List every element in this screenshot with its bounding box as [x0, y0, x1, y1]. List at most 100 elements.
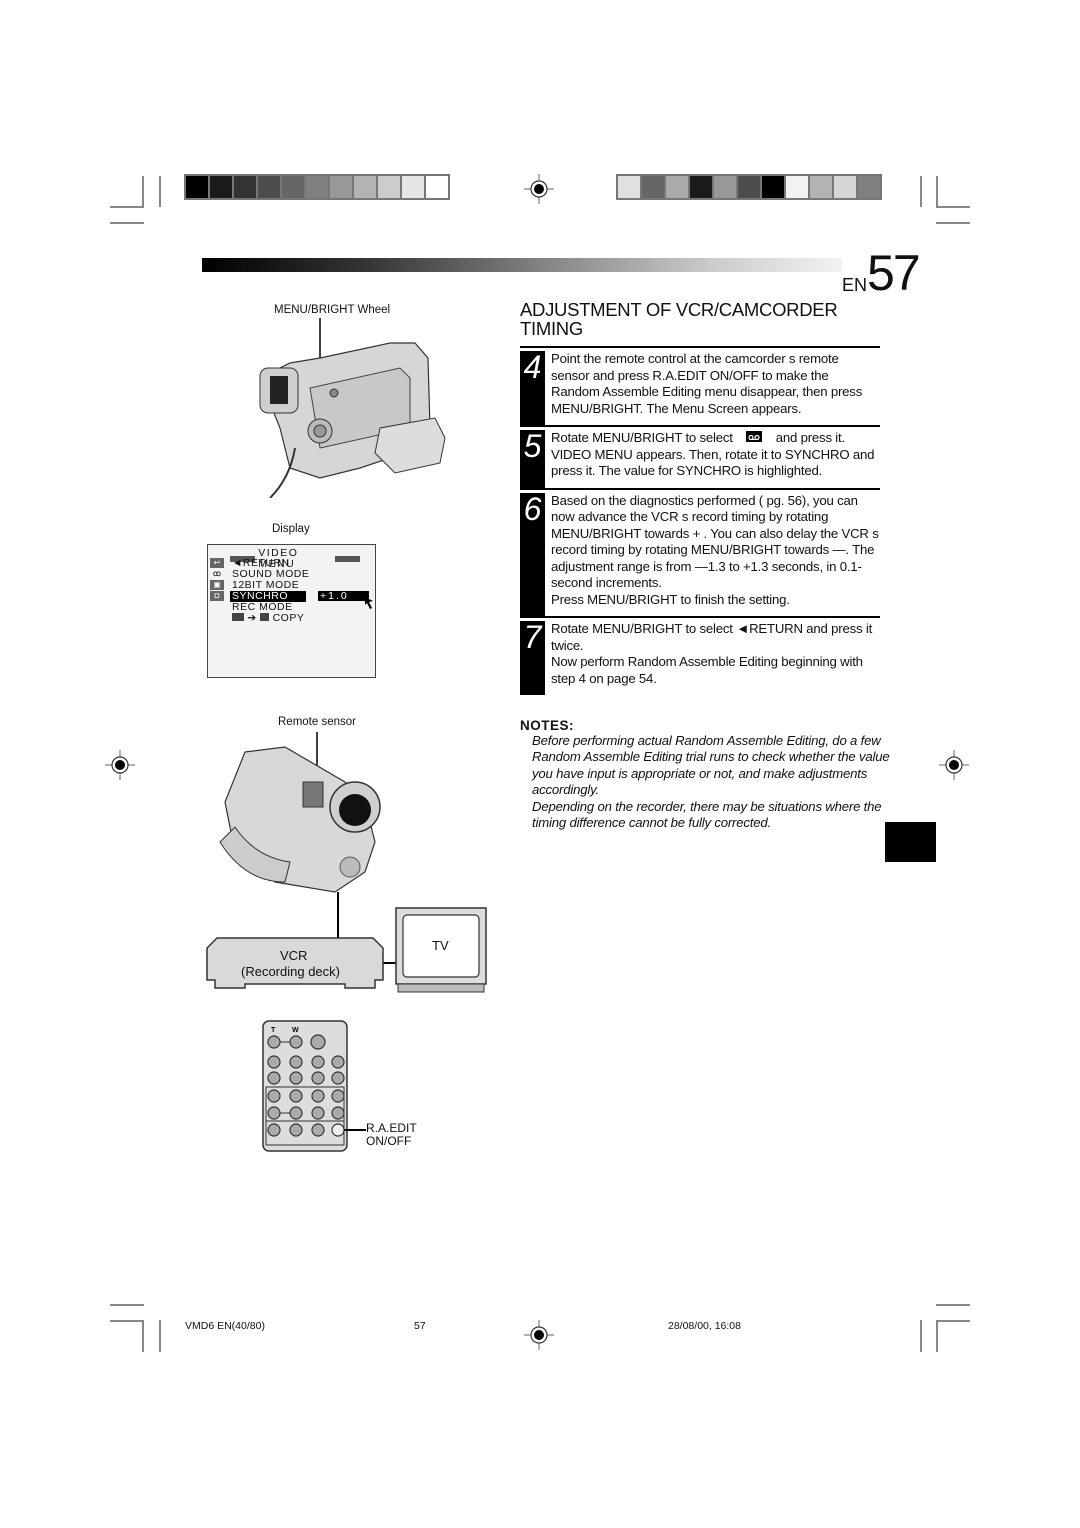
step-7: 7 Rotate MENU/BRIGHT to select ◄RETURN a…	[520, 616, 880, 695]
ra-edit-pointer-line	[344, 1129, 366, 1131]
color-swatch	[714, 176, 736, 198]
color-swatch	[762, 176, 784, 198]
color-calibration-bar-left	[184, 174, 450, 200]
camcorder-front-illustration-icon	[219, 732, 381, 893]
tv-label: TV	[432, 938, 449, 953]
step-6: 6 Based on the diagnostics performed ( p…	[520, 487, 880, 617]
step-text: Rotate MENU/BRIGHT to select and press i…	[545, 430, 880, 488]
notes-heading: NOTES:	[520, 718, 575, 733]
crop-mark	[142, 1320, 144, 1352]
color-swatch	[402, 176, 424, 198]
footer-page: 57	[414, 1320, 426, 1332]
crop-mark	[936, 1304, 970, 1306]
color-swatch	[858, 176, 880, 198]
page-number: EN 57	[842, 245, 921, 301]
color-swatch	[210, 176, 232, 198]
crop-mark	[936, 176, 938, 207]
section-title: ADJUSTMENT OF VCR/CAMCORDER TIMING	[520, 299, 838, 339]
step-text-part: Rotate MENU/BRIGHT to select	[551, 430, 733, 445]
remote-control-illustration-icon: T W	[262, 1020, 348, 1152]
svg-text:W: W	[292, 1027, 299, 1034]
step-5: 5 Rotate MENU/BRIGHT to select and press…	[520, 425, 880, 488]
camera-icon: ◘	[210, 591, 224, 601]
video-tape-icon	[746, 431, 763, 442]
crop-mark	[936, 1320, 938, 1352]
color-swatch	[282, 176, 304, 198]
video-tape-icon: ꝏ	[212, 569, 222, 578]
vcr-label: VCR	[280, 948, 308, 963]
color-swatch	[306, 176, 328, 198]
color-swatch	[666, 176, 688, 198]
remote-sensor-label: Remote sensor	[278, 716, 356, 728]
menu-item-label: COPY	[272, 612, 305, 624]
svg-text:T: T	[271, 1027, 276, 1034]
step-text-part: Press MENU/BRIGHT to finish the setting.	[551, 591, 790, 607]
color-swatch	[810, 176, 832, 198]
crop-mark	[936, 1320, 970, 1322]
step-number: 6	[520, 492, 545, 616]
cursor-arrow-icon	[365, 597, 373, 609]
color-swatch	[258, 176, 280, 198]
color-swatch	[378, 176, 400, 198]
registration-mark-icon	[524, 1320, 554, 1350]
arrow-right-icon: ➔	[247, 612, 257, 624]
memory-card-icon: ▣	[210, 580, 224, 590]
step-text: Rotate MENU/BRIGHT to select ◄RETURN and…	[545, 621, 880, 695]
page-prefix: EN	[842, 275, 868, 295]
step-4: 4 Point the remote control at the camcor…	[520, 346, 880, 425]
crop-mark	[936, 222, 970, 224]
note-item: Before performing actual Random Assemble…	[532, 733, 890, 798]
footer-date: 28/08/00, 16:08	[668, 1320, 741, 1332]
crop-mark	[110, 222, 144, 224]
camcorder-illustration-icon	[259, 318, 446, 498]
menu-display-screen: VIDEO MENU ↩ ꝏ ▣ ◘ ◄RETURN SOUND MODE 12…	[207, 544, 376, 678]
color-swatch	[426, 176, 448, 198]
display-label: Display	[272, 523, 310, 535]
vcr-sublabel: (Recording deck)	[241, 964, 340, 979]
color-swatch	[834, 176, 856, 198]
crop-mark	[142, 176, 144, 207]
step-number: 5	[520, 430, 545, 488]
registration-mark-icon	[939, 750, 969, 780]
color-swatch	[354, 176, 376, 198]
ra-edit-label: R.A.EDIT	[366, 1121, 417, 1135]
step-list: 4 Point the remote control at the camcor…	[520, 346, 880, 695]
on-off-label: ON/OFF	[366, 1134, 412, 1148]
step-text-part: Based on the diagnostics performed ( pg.…	[551, 492, 879, 591]
section-tab-marker	[885, 822, 936, 862]
color-swatch	[186, 176, 208, 198]
header-gradient-rule	[202, 258, 842, 272]
step-number: 7	[520, 621, 545, 695]
tape-icon	[232, 613, 244, 621]
step-text: Based on the diagnostics performed ( pg.…	[545, 493, 880, 617]
notes-section: NOTES: Before performing actual Random A…	[520, 718, 890, 831]
registration-mark-icon	[105, 750, 135, 780]
note-item: Depending on the recorder, there may be …	[532, 798, 882, 831]
connection-line	[337, 892, 339, 940]
color-swatch	[330, 176, 352, 198]
step-text: Point the remote control at the camcorde…	[551, 351, 863, 416]
crop-mark	[159, 176, 161, 207]
step-text-part: Now perform Random Assemble Editing begi…	[551, 654, 863, 686]
color-swatch	[786, 176, 808, 198]
menu-item-copy: ➔ COPY	[232, 613, 309, 624]
color-calibration-bar-right	[616, 174, 882, 200]
color-swatch	[618, 176, 640, 198]
header-bar-right	[334, 556, 360, 562]
color-swatch	[690, 176, 712, 198]
crop-mark	[920, 176, 922, 207]
crop-mark	[110, 1304, 144, 1306]
crop-mark	[110, 1320, 144, 1322]
synchro-value: +1.0	[318, 591, 369, 601]
crop-mark	[920, 1320, 922, 1352]
crop-mark	[936, 206, 970, 208]
footer-file: VMD6 EN(40/80)	[185, 1320, 265, 1332]
crop-mark	[159, 1320, 161, 1352]
registration-mark-icon	[524, 174, 554, 204]
menu-side-icons: ↩ ꝏ ▣ ◘	[210, 558, 224, 602]
return-icon: ↩	[210, 558, 224, 568]
menu-items: ◄RETURN SOUND MODE 12BIT MODE SYNCHRO RE…	[230, 558, 309, 624]
step-number: 4	[520, 351, 545, 425]
page-number-value: 57	[867, 245, 921, 301]
color-swatch	[738, 176, 760, 198]
